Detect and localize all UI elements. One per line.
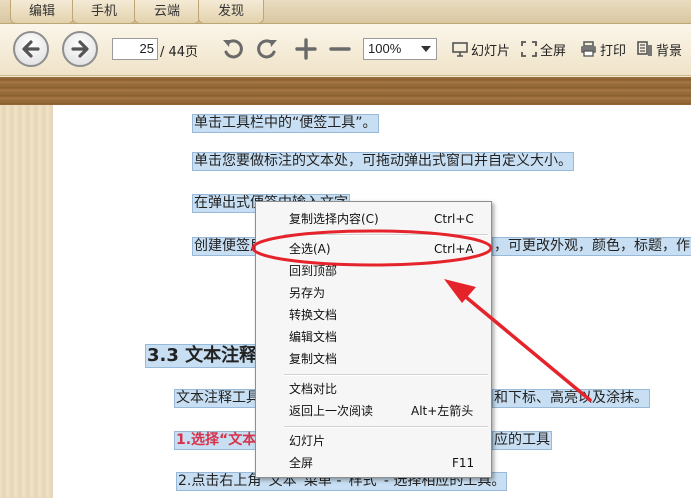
menu-separator (284, 374, 488, 376)
print-button[interactable]: 打印 (580, 39, 626, 59)
section-heading: 3.3 文本注释工 (145, 344, 276, 368)
background-button[interactable]: 背景 (637, 39, 682, 59)
menu-item-return-last-reading[interactable]: 返回上一次阅读 Alt+左箭头 (256, 400, 491, 422)
doc-line-2: 单击您要做标注的文本处，可拖动弹出式窗口并自定义大小。 (192, 152, 574, 171)
doc-line-6-end: 应的工具 (492, 431, 552, 450)
fullscreen-button[interactable]: 全屏 (521, 39, 566, 59)
rotate-left-button[interactable] (220, 36, 246, 62)
zoom-value: 100% (368, 41, 402, 56)
background-icon (637, 41, 652, 56)
menu-item-back-to-top[interactable]: 回到顶部 (256, 260, 491, 282)
rotate-right-button[interactable] (254, 36, 280, 62)
print-label: 打印 (600, 43, 627, 59)
left-panel (0, 105, 53, 498)
plus-icon (295, 38, 317, 60)
page-total: / 44页 (160, 45, 199, 60)
slideshow-icon (452, 42, 468, 57)
arrow-left-icon (22, 40, 40, 58)
fullscreen-label: 全屏 (540, 43, 567, 59)
menu-item-compare-documents[interactable]: 文档对比 (256, 378, 491, 400)
background-label: 背景 (656, 43, 683, 59)
slideshow-label: 幻灯片 (471, 43, 511, 59)
chevron-down-icon (421, 46, 431, 52)
menu-item-save-as[interactable]: 另存为 (256, 282, 491, 304)
menu-item-select-all[interactable]: 全选(A) Ctrl+A (256, 238, 491, 260)
zoom-select[interactable]: 100% (363, 38, 437, 60)
zoom-in-button[interactable] (294, 37, 318, 61)
printer-icon (581, 41, 596, 57)
minus-icon (329, 47, 351, 51)
doc-line-6-red: 1.选择“文本 (176, 432, 257, 448)
menu-item-fullscreen[interactable]: 全屏 F11 (256, 452, 491, 474)
zoom-out-button[interactable] (328, 37, 352, 61)
toolbar: 25 / 44页 100% 幻灯片 全屏 打印 背景 (0, 24, 691, 76)
doc-line-5-end: 和下标、高亮以及涂抹。 (492, 389, 650, 408)
tab-discover[interactable]: 发现 (198, 0, 264, 24)
wood-band (0, 77, 691, 105)
doc-line-4-start: 创建便签后 (192, 237, 264, 256)
doc-line-4-end: ，可更改外观，颜色，标题，作 (492, 237, 691, 256)
menu-item-edit-document[interactable]: 编辑文档 (256, 326, 491, 348)
rotate-left-icon (223, 39, 243, 59)
tab-bar: 编辑 手机 云端 发现 (0, 0, 691, 24)
doc-line-1: 单击工具栏中的“便签工具”。 (192, 114, 379, 133)
menu-separator (284, 426, 488, 428)
tab-edit[interactable]: 编辑 (10, 0, 74, 24)
menu-item-copy-document[interactable]: 复制文档 (256, 348, 491, 370)
menu-item-copy-selection[interactable]: 复制选择内容(C) Ctrl+C (256, 208, 491, 230)
forward-button[interactable] (62, 31, 98, 67)
doc-line-6-start: 1.选择“文本 (174, 431, 256, 450)
menu-item-convert-document[interactable]: 转换文档 (256, 304, 491, 326)
tab-cloud[interactable]: 云端 (134, 0, 200, 24)
slideshow-button[interactable]: 幻灯片 (452, 39, 510, 59)
back-button[interactable] (13, 31, 49, 67)
doc-line-5-start: 文本注释工具 (174, 389, 260, 408)
menu-item-slideshow[interactable]: 幻灯片 (256, 430, 491, 452)
fullscreen-icon (521, 41, 537, 57)
menu-separator (284, 234, 488, 236)
arrow-right-icon (71, 40, 89, 58)
rotate-right-icon (257, 39, 277, 59)
context-menu: 复制选择内容(C) Ctrl+C 全选(A) Ctrl+A 回到顶部 另存为 转… (255, 201, 492, 478)
page-number-input[interactable]: 25 (112, 38, 158, 60)
tab-mobile[interactable]: 手机 (72, 0, 136, 24)
